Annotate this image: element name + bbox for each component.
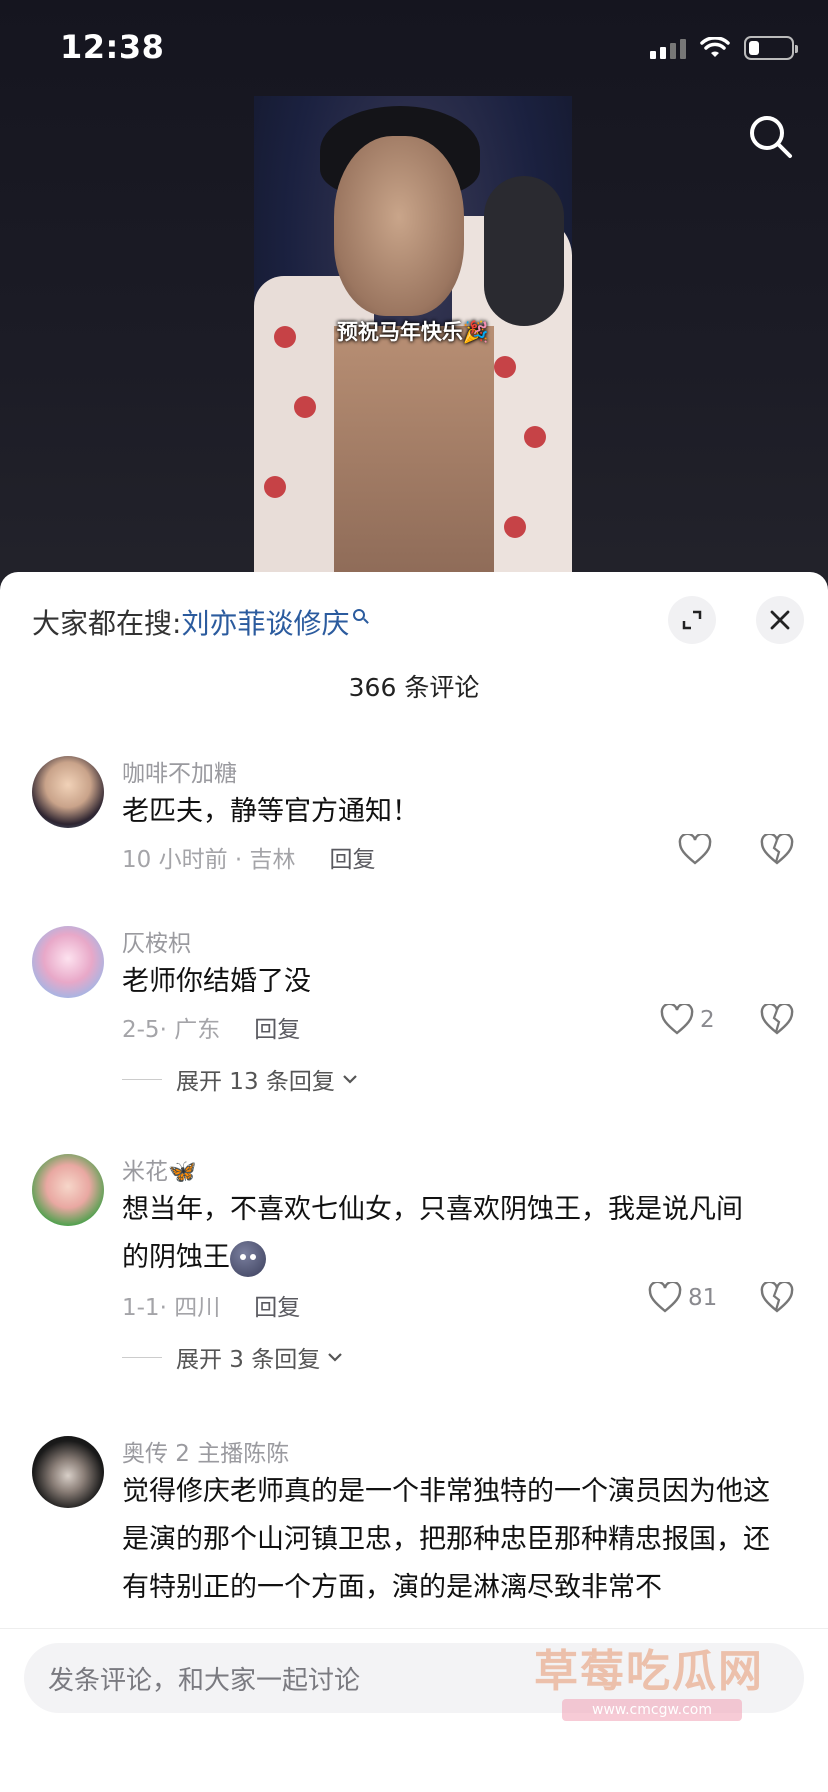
reply-button[interactable]: 回复	[330, 840, 376, 874]
signal-icon	[650, 37, 686, 59]
comment-count: 366 条评论	[348, 673, 480, 702]
video-player[interactable]: 预祝马年快乐🎉	[254, 96, 572, 574]
comment-input-bar: 发条评论，和大家一起讨论 草莓吃瓜网 www.cmcgw.com	[0, 1628, 828, 1792]
avatar[interactable]	[32, 1154, 104, 1226]
search-icon	[750, 116, 792, 158]
heart-icon	[678, 834, 712, 865]
hot-search-prefix: 大家都在搜:	[32, 607, 182, 640]
comment-time-location: 2-5· 广东	[122, 1017, 221, 1043]
like-count: 81	[688, 1285, 718, 1311]
dislike-button[interactable]	[760, 832, 794, 870]
heart-icon	[648, 1282, 682, 1313]
comment-text-line2: 的阴蚀王	[122, 1242, 230, 1273]
expand-replies-label: 展开 13 条回复	[176, 1069, 335, 1095]
video-caption: 预祝马年快乐🎉	[336, 320, 490, 344]
status-bar: 12:38	[0, 0, 828, 96]
reply-button[interactable]: 回复	[254, 1010, 300, 1044]
watermark-text: 草莓吃瓜网	[534, 1646, 764, 1697]
dislike-button[interactable]	[760, 1002, 794, 1040]
comment-text: 觉得修庆老师真的是一个非常独特的一个演员因为他这是演的那个山河镇卫忠，把那种忠臣…	[122, 1476, 770, 1603]
close-button[interactable]	[756, 596, 804, 644]
expand-replies-label: 展开 3 条回复	[176, 1347, 321, 1373]
hot-search-keyword[interactable]: 刘亦菲谈修庆	[181, 602, 349, 642]
broken-heart-icon	[760, 1002, 794, 1035]
comment-time-location: 10 小时前 · 吉林	[122, 847, 296, 873]
avatar[interactable]	[32, 756, 104, 828]
comment-meta: 1-1· 四川 回复	[122, 1288, 300, 1322]
heart-icon	[660, 1004, 694, 1035]
close-icon	[770, 610, 790, 630]
avatar[interactable]	[32, 926, 104, 998]
like-button[interactable]: 2	[660, 1004, 715, 1036]
comment-meta: 2-5· 广东 回复	[122, 1010, 300, 1044]
broken-heart-icon	[760, 832, 794, 865]
expand-replies-button[interactable]: 展开 3 条回复	[122, 1340, 344, 1374]
comment-text-line: 想当年，不喜欢七仙女，只喜欢阴蚀王，我是说凡间	[122, 1194, 743, 1225]
comment-text: 想当年，不喜欢七仙女，只喜欢阴蚀王，我是说凡间 的阴蚀王	[122, 1186, 796, 1282]
comment-text-line: 的阴蚀王	[122, 1234, 796, 1282]
like-count: 2	[700, 1007, 715, 1033]
like-button[interactable]: 81	[648, 1282, 717, 1314]
hot-search[interactable]: 大家都在搜: 刘亦菲谈修庆	[32, 602, 366, 642]
expand-icon	[682, 610, 702, 630]
watermark: 草莓吃瓜网 www.cmcgw.com	[470, 1631, 810, 1727]
comments-sheet: 大家都在搜: 刘亦菲谈修庆 366 条评论 咖啡不加糖 老匹夫，静等官方通知！ …	[0, 572, 828, 1792]
comment-username[interactable]: 奥传 2 主播陈陈	[122, 1434, 289, 1468]
comment-username[interactable]: 仄桉枳	[122, 924, 191, 958]
comment-text: 老匹夫，静等官方通知！	[122, 796, 419, 827]
comment-time-location: 1-1· 四川	[122, 1295, 221, 1321]
dislike-button[interactable]	[760, 1280, 794, 1318]
status-time: 12:38	[60, 28, 165, 66]
chevron-down-icon	[328, 1353, 343, 1362]
reply-button[interactable]: 回复	[254, 1288, 300, 1322]
comment-username[interactable]: 米花🦋	[122, 1152, 197, 1186]
status-icons	[650, 36, 798, 60]
like-button[interactable]	[678, 834, 712, 866]
sticker-emoji-icon	[230, 1240, 266, 1277]
chevron-down-icon	[343, 1075, 357, 1084]
avatar[interactable]	[32, 1436, 104, 1508]
expand-button[interactable]	[668, 596, 716, 644]
wifi-icon	[700, 37, 730, 57]
search-button[interactable]	[746, 112, 796, 162]
battery-icon	[744, 36, 798, 60]
comment-meta: 10 小时前 · 吉林 回复	[122, 840, 376, 874]
broken-heart-icon	[760, 1280, 794, 1313]
watermark-url: www.cmcgw.com	[562, 1699, 742, 1721]
comment-username[interactable]: 咖啡不加糖	[122, 754, 237, 788]
comment-text: 老师你结婚了没	[122, 966, 311, 997]
expand-replies-button[interactable]: 展开 13 条回复	[122, 1062, 359, 1096]
search-icon	[353, 609, 366, 621]
